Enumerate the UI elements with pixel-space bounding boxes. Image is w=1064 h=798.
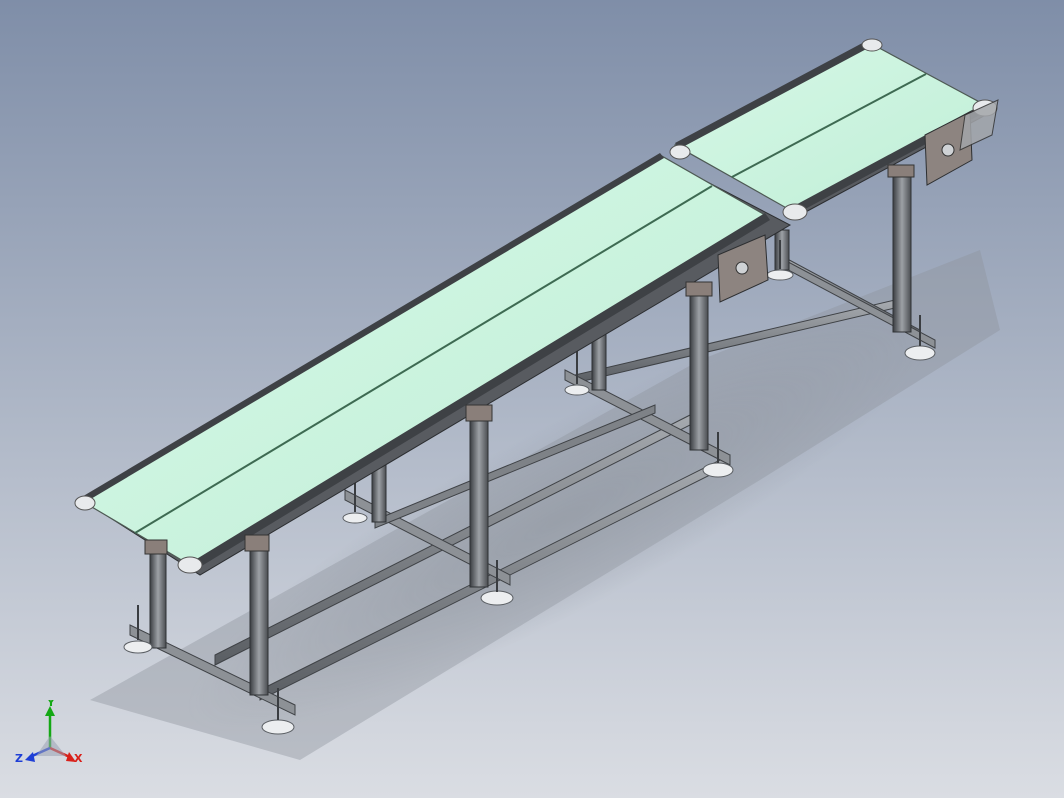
orientation-triad[interactable]: Y X Z	[14, 700, 90, 776]
z-axis-label: Z	[15, 752, 23, 765]
conveyor-model-scene[interactable]	[0, 0, 1064, 798]
graphics-viewport[interactable]: Y X Z	[0, 0, 1064, 798]
x-axis-label: X	[74, 752, 83, 765]
y-axis-label: Y	[46, 700, 56, 709]
